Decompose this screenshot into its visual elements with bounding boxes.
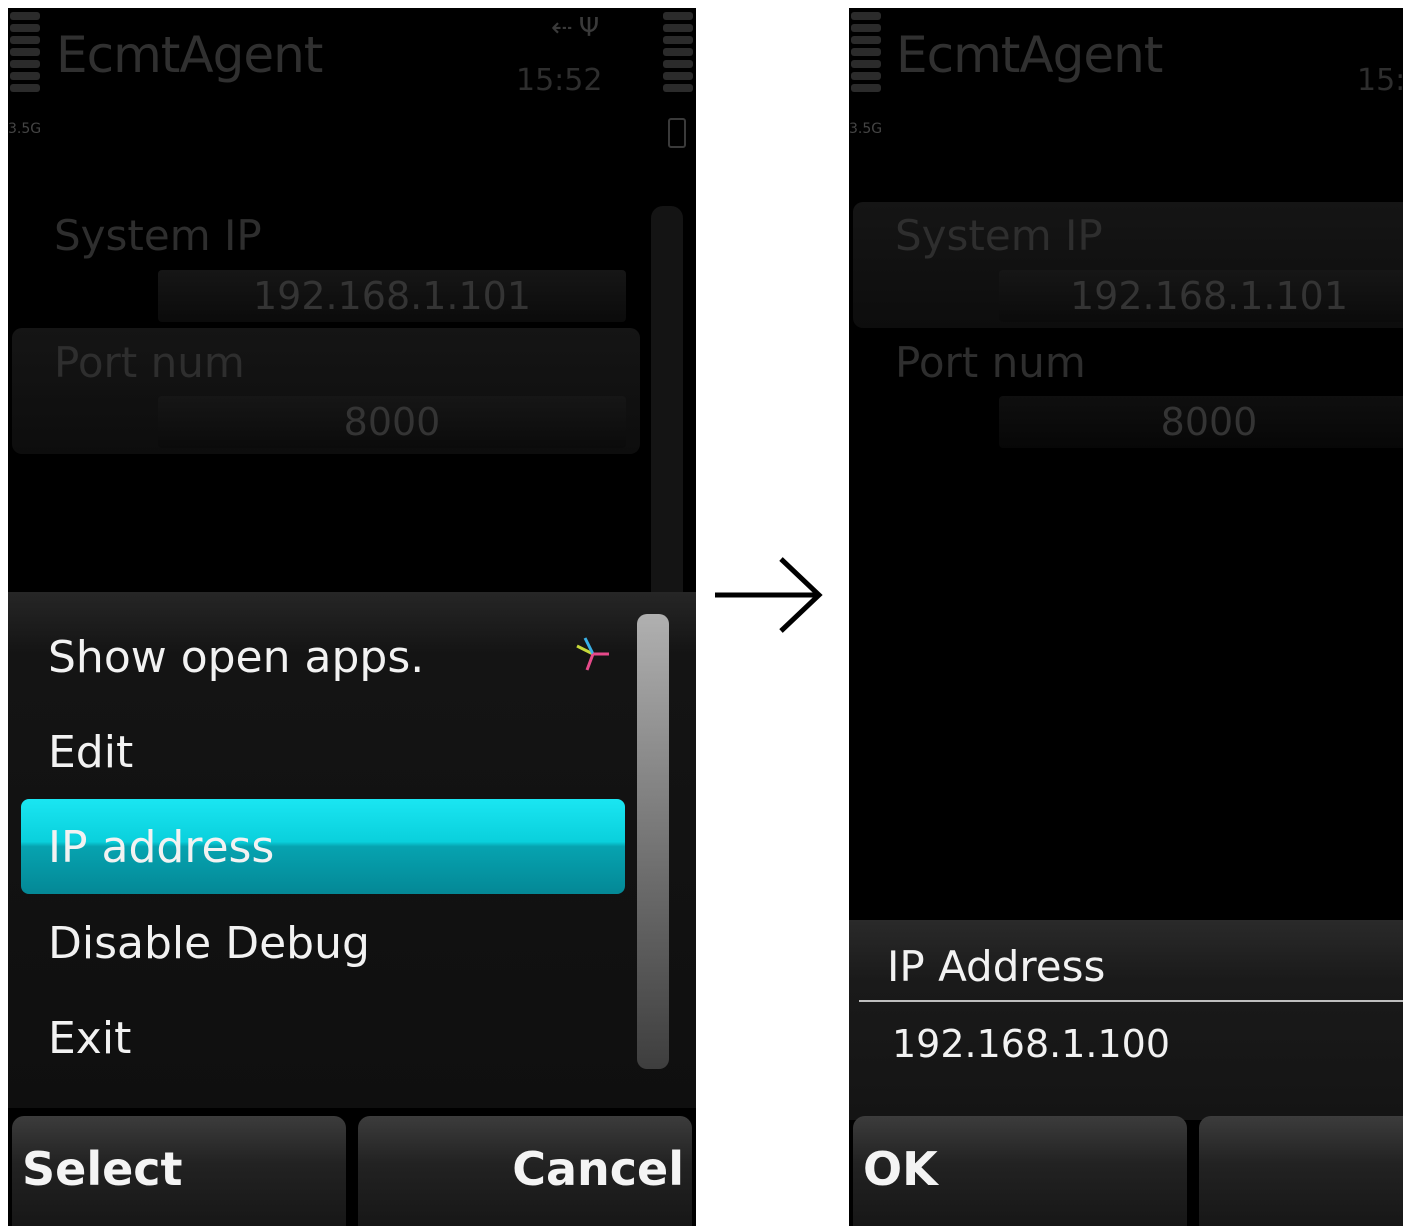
signal-strength-icon [851, 12, 881, 96]
ip-address-input[interactable]: 192.168.1.100 [892, 1022, 1170, 1066]
battery-icon [668, 118, 686, 148]
menu-item-edit[interactable]: Edit [48, 727, 133, 778]
signal-strength-icon [10, 12, 40, 96]
network-type-label: 3.5G [8, 121, 42, 137]
app-title: EcmtAgent [896, 26, 1163, 84]
port-num-label: Port num [895, 338, 1086, 387]
left-phone-screen: EcmtAgent 15:52 3.5G ⇠Ψ System IP 192.16… [8, 8, 696, 1226]
menu-scrollbar[interactable] [637, 614, 669, 1069]
port-num-label: Port num [54, 338, 245, 387]
system-ip-label: System IP [54, 211, 262, 260]
port-num-value: 8000 [999, 396, 1403, 448]
system-ip-value: 192.168.1.101 [158, 270, 626, 322]
ok-softkey[interactable]: OK [853, 1116, 1187, 1226]
clock: 15:52 [516, 63, 603, 98]
clock: 15: [1357, 63, 1403, 98]
task-switcher-icon [576, 637, 609, 671]
dialog-title: IP Address [887, 942, 1106, 991]
system-ip-label: System IP [895, 211, 1103, 260]
menu-item-show-open-apps[interactable]: Show open apps. [48, 632, 424, 683]
cancel-softkey[interactable]: Cancel [358, 1116, 692, 1226]
network-type-label: 3.5G [849, 121, 883, 137]
system-ip-value: 192.168.1.101 [999, 270, 1403, 322]
antenna-icon: Ψ [578, 13, 606, 43]
select-softkey-label: Select [22, 1142, 183, 1196]
usb-icon: ⇠ [551, 13, 579, 43]
right-phone-screen: EcmtAgent 15: 3.5G System IP 192.168.1.1… [849, 8, 1403, 1226]
options-menu: Show open apps. Edit IP address Disable … [8, 592, 696, 1108]
usb-antenna-icons: ⇠Ψ [551, 13, 605, 43]
cancel-softkey-label: Cancel [512, 1142, 684, 1196]
select-softkey[interactable]: Select [12, 1116, 346, 1226]
dialog-divider [859, 1000, 1403, 1002]
right-arrow-icon [715, 557, 823, 633]
menu-item-exit[interactable]: Exit [48, 1013, 131, 1064]
form-scrollbar[interactable] [651, 206, 683, 626]
port-num-value: 8000 [158, 396, 626, 448]
battery-level-icon [663, 12, 693, 96]
right-softkey[interactable] [1199, 1116, 1403, 1226]
app-title: EcmtAgent [56, 26, 323, 84]
menu-item-disable-debug[interactable]: Disable Debug [48, 918, 370, 969]
ip-address-dialog: IP Address 192.168.1.100 [849, 920, 1403, 1120]
ok-softkey-label: OK [863, 1142, 938, 1196]
menu-item-ip-address[interactable]: IP address [48, 822, 274, 873]
